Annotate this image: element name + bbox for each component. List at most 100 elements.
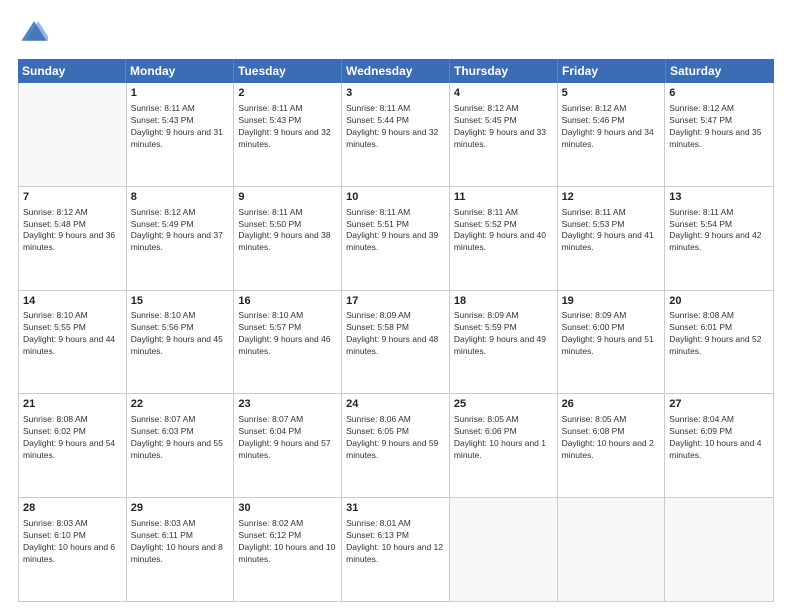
calendar-cell: 14Sunrise: 8:10 AMSunset: 5:55 PMDayligh… xyxy=(19,291,127,394)
calendar-cell: 1 Sunrise: 8:11 AMSunset: 5:43 PMDaylight… xyxy=(127,83,235,186)
day-number: 29 xyxy=(131,501,230,516)
day-number: 13 xyxy=(669,190,769,205)
calendar-cell: 9 Sunrise: 8:11 AMSunset: 5:50 PMDaylight… xyxy=(234,187,342,290)
cell-details: Sunrise: 8:07 AMSunset: 6:04 PMDaylight:… xyxy=(238,414,337,462)
cell-details: Sunrise: 8:11 AMSunset: 5:52 PMDaylight:… xyxy=(454,207,553,255)
header-day-friday: Friday xyxy=(558,59,666,83)
day-number: 9 xyxy=(238,190,337,205)
cell-details: Sunrise: 8:08 AMSunset: 6:02 PMDaylight:… xyxy=(23,414,122,462)
cell-details: Sunrise: 8:04 AMSunset: 6:09 PMDaylight:… xyxy=(669,414,769,462)
calendar-cell: 22 Sunrise: 8:07 AMSunset: 6:03 PMDayligh… xyxy=(127,394,235,497)
calendar-cell: 16Sunrise: 8:10 AMSunset: 5:57 PMDayligh… xyxy=(234,291,342,394)
day-number: 31 xyxy=(346,501,445,516)
calendar-cell: 6 Sunrise: 8:12 AMSunset: 5:47 PMDaylight… xyxy=(665,83,773,186)
calendar-row-0: 1 Sunrise: 8:11 AMSunset: 5:43 PMDaylight… xyxy=(19,83,773,187)
cell-details: Sunrise: 8:12 AMSunset: 5:47 PMDaylight:… xyxy=(669,103,769,151)
header xyxy=(18,18,774,51)
calendar-header: SundayMondayTuesdayWednesdayThursdayFrid… xyxy=(18,59,774,83)
header-day-wednesday: Wednesday xyxy=(342,59,450,83)
day-number: 1 xyxy=(131,86,230,101)
calendar-cell xyxy=(558,498,666,601)
header-day-sunday: Sunday xyxy=(18,59,126,83)
day-number: 3 xyxy=(346,86,445,101)
cell-details: Sunrise: 8:09 AMSunset: 5:59 PMDaylight:… xyxy=(454,310,553,358)
calendar-cell: 28 Sunrise: 8:03 AMSunset: 6:10 PMDayligh… xyxy=(19,498,127,601)
day-number: 19 xyxy=(562,294,661,309)
calendar-cell: 25 Sunrise: 8:05 AMSunset: 6:06 PMDayligh… xyxy=(450,394,558,497)
calendar-cell: 29Sunrise: 8:03 AMSunset: 6:11 PMDayligh… xyxy=(127,498,235,601)
cell-details: Sunrise: 8:09 AMSunset: 5:58 PMDaylight:… xyxy=(346,310,445,358)
calendar-body: 1 Sunrise: 8:11 AMSunset: 5:43 PMDaylight… xyxy=(18,83,774,602)
cell-details: Sunrise: 8:11 AMSunset: 5:53 PMDaylight:… xyxy=(562,207,661,255)
calendar-cell xyxy=(19,83,127,186)
cell-details: Sunrise: 8:02 AMSunset: 6:12 PMDaylight:… xyxy=(238,518,337,566)
calendar-cell: 20Sunrise: 8:08 AMSunset: 6:01 PMDayligh… xyxy=(665,291,773,394)
cell-details: Sunrise: 8:07 AMSunset: 6:03 PMDaylight:… xyxy=(131,414,230,462)
day-number: 7 xyxy=(23,190,122,205)
day-number: 30 xyxy=(238,501,337,516)
day-number: 20 xyxy=(669,294,769,309)
cell-details: Sunrise: 8:11 AMSunset: 5:50 PMDaylight:… xyxy=(238,207,337,255)
cell-details: Sunrise: 8:03 AMSunset: 6:10 PMDaylight:… xyxy=(23,518,122,566)
day-number: 16 xyxy=(238,294,337,309)
day-number: 27 xyxy=(669,397,769,412)
day-number: 28 xyxy=(23,501,122,516)
cell-details: Sunrise: 8:12 AMSunset: 5:46 PMDaylight:… xyxy=(562,103,661,151)
calendar-cell: 2 Sunrise: 8:11 AMSunset: 5:43 PMDaylight… xyxy=(234,83,342,186)
cell-details: Sunrise: 8:12 AMSunset: 5:45 PMDaylight:… xyxy=(454,103,553,151)
header-day-monday: Monday xyxy=(126,59,234,83)
day-number: 15 xyxy=(131,294,230,309)
logo-icon xyxy=(20,18,48,46)
calendar-cell: 8 Sunrise: 8:12 AMSunset: 5:49 PMDaylight… xyxy=(127,187,235,290)
day-number: 21 xyxy=(23,397,122,412)
calendar-cell: 26 Sunrise: 8:05 AMSunset: 6:08 PMDayligh… xyxy=(558,394,666,497)
calendar-cell: 12 Sunrise: 8:11 AMSunset: 5:53 PMDayligh… xyxy=(558,187,666,290)
day-number: 25 xyxy=(454,397,553,412)
calendar-cell: 23 Sunrise: 8:07 AMSunset: 6:04 PMDayligh… xyxy=(234,394,342,497)
cell-details: Sunrise: 8:09 AMSunset: 6:00 PMDaylight:… xyxy=(562,310,661,358)
calendar-cell: 24Sunrise: 8:06 AMSunset: 6:05 PMDayligh… xyxy=(342,394,450,497)
cell-details: Sunrise: 8:05 AMSunset: 6:08 PMDaylight:… xyxy=(562,414,661,462)
cell-details: Sunrise: 8:06 AMSunset: 6:05 PMDaylight:… xyxy=(346,414,445,462)
day-number: 8 xyxy=(131,190,230,205)
calendar-row-4: 28 Sunrise: 8:03 AMSunset: 6:10 PMDayligh… xyxy=(19,498,773,601)
calendar-cell xyxy=(450,498,558,601)
cell-details: Sunrise: 8:11 AMSunset: 5:54 PMDaylight:… xyxy=(669,207,769,255)
header-day-saturday: Saturday xyxy=(666,59,774,83)
calendar-cell: 18Sunrise: 8:09 AMSunset: 5:59 PMDayligh… xyxy=(450,291,558,394)
day-number: 5 xyxy=(562,86,661,101)
calendar-cell: 13 Sunrise: 8:11 AMSunset: 5:54 PMDayligh… xyxy=(665,187,773,290)
header-day-thursday: Thursday xyxy=(450,59,558,83)
cell-details: Sunrise: 8:11 AMSunset: 5:43 PMDaylight:… xyxy=(131,103,230,151)
calendar-cell: 30 Sunrise: 8:02 AMSunset: 6:12 PMDayligh… xyxy=(234,498,342,601)
calendar-cell: 7Sunrise: 8:12 AMSunset: 5:48 PMDaylight… xyxy=(19,187,127,290)
day-number: 4 xyxy=(454,86,553,101)
cell-details: Sunrise: 8:11 AMSunset: 5:43 PMDaylight:… xyxy=(238,103,337,151)
day-number: 23 xyxy=(238,397,337,412)
day-number: 11 xyxy=(454,190,553,205)
day-number: 17 xyxy=(346,294,445,309)
cell-details: Sunrise: 8:10 AMSunset: 5:55 PMDaylight:… xyxy=(23,310,122,358)
cell-details: Sunrise: 8:08 AMSunset: 6:01 PMDaylight:… xyxy=(669,310,769,358)
calendar-cell xyxy=(665,498,773,601)
day-number: 26 xyxy=(562,397,661,412)
calendar-cell: 10Sunrise: 8:11 AMSunset: 5:51 PMDayligh… xyxy=(342,187,450,290)
calendar-row-1: 7Sunrise: 8:12 AMSunset: 5:48 PMDaylight… xyxy=(19,187,773,291)
cell-details: Sunrise: 8:05 AMSunset: 6:06 PMDaylight:… xyxy=(454,414,553,462)
day-number: 18 xyxy=(454,294,553,309)
calendar: SundayMondayTuesdayWednesdayThursdayFrid… xyxy=(18,59,774,602)
cell-details: Sunrise: 8:01 AMSunset: 6:13 PMDaylight:… xyxy=(346,518,445,566)
cell-details: Sunrise: 8:11 AMSunset: 5:44 PMDaylight:… xyxy=(346,103,445,151)
day-number: 14 xyxy=(23,294,122,309)
calendar-row-3: 21 Sunrise: 8:08 AMSunset: 6:02 PMDayligh… xyxy=(19,394,773,498)
day-number: 22 xyxy=(131,397,230,412)
calendar-cell: 19Sunrise: 8:09 AMSunset: 6:00 PMDayligh… xyxy=(558,291,666,394)
calendar-cell: 15Sunrise: 8:10 AMSunset: 5:56 PMDayligh… xyxy=(127,291,235,394)
cell-details: Sunrise: 8:11 AMSunset: 5:51 PMDaylight:… xyxy=(346,207,445,255)
calendar-cell: 31 Sunrise: 8:01 AMSunset: 6:13 PMDayligh… xyxy=(342,498,450,601)
calendar-cell: 5 Sunrise: 8:12 AMSunset: 5:46 PMDaylight… xyxy=(558,83,666,186)
day-number: 6 xyxy=(669,86,769,101)
day-number: 12 xyxy=(562,190,661,205)
day-number: 2 xyxy=(238,86,337,101)
cell-details: Sunrise: 8:12 AMSunset: 5:49 PMDaylight:… xyxy=(131,207,230,255)
